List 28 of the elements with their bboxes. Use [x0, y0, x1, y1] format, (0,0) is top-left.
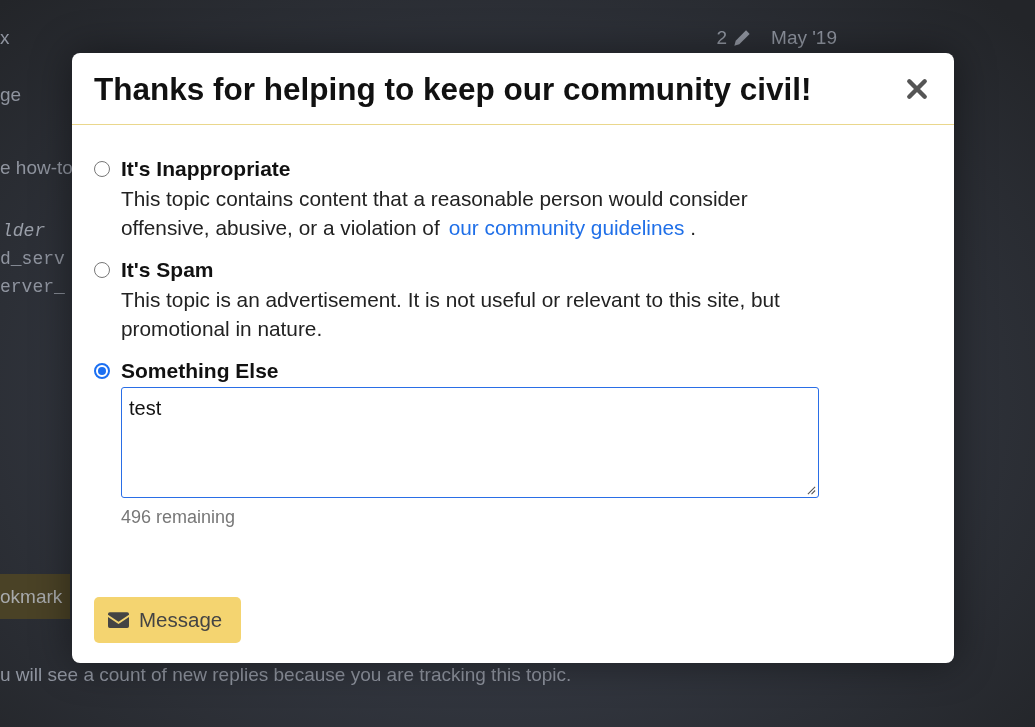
- message-field[interactable]: test: [121, 387, 819, 498]
- edit-count: 2: [716, 26, 728, 50]
- bookmark-button[interactable]: okmark: [0, 574, 70, 619]
- page-text: x: [0, 26, 10, 50]
- code-line: lder: [2, 220, 46, 243]
- page-text: ge: [0, 83, 22, 107]
- option-label: It's Inappropriate: [121, 156, 291, 182]
- close-icon: [906, 77, 928, 100]
- dialog-title: Thanks for helping to keep our community civil!: [94, 69, 812, 108]
- option-description: This topic is an advertisement. It is not useful or relevant to this site, but promotional in nature.: [121, 287, 781, 342]
- resize-grip-icon[interactable]: [807, 486, 816, 495]
- guidelines-link[interactable]: our community guidelines: [448, 216, 685, 239]
- post-date: May '19: [771, 26, 837, 50]
- radio-button[interactable]: [94, 161, 110, 177]
- character-counter: 496 remaining: [121, 507, 236, 527]
- tracking-notice: u will see a count of new replies because you are tracking this topic.: [0, 663, 572, 687]
- radio-button[interactable]: [94, 262, 110, 278]
- code-line: d_serv: [0, 248, 65, 271]
- option-label: Something Else: [121, 358, 279, 384]
- option-label: It's Spam: [121, 257, 214, 283]
- option-description: This topic contains content that a reasonable person would consider offensive, abusive, or a violation of our community guidelines .: [121, 186, 749, 241]
- radio-button[interactable]: [94, 363, 110, 379]
- message-button[interactable]: Message: [94, 597, 241, 643]
- page-text: e how-to: [0, 156, 73, 180]
- close-button[interactable]: [906, 77, 928, 100]
- code-line: erver_: [0, 276, 65, 299]
- envelope-icon: [108, 612, 129, 628]
- pencil-icon[interactable]: [733, 29, 752, 47]
